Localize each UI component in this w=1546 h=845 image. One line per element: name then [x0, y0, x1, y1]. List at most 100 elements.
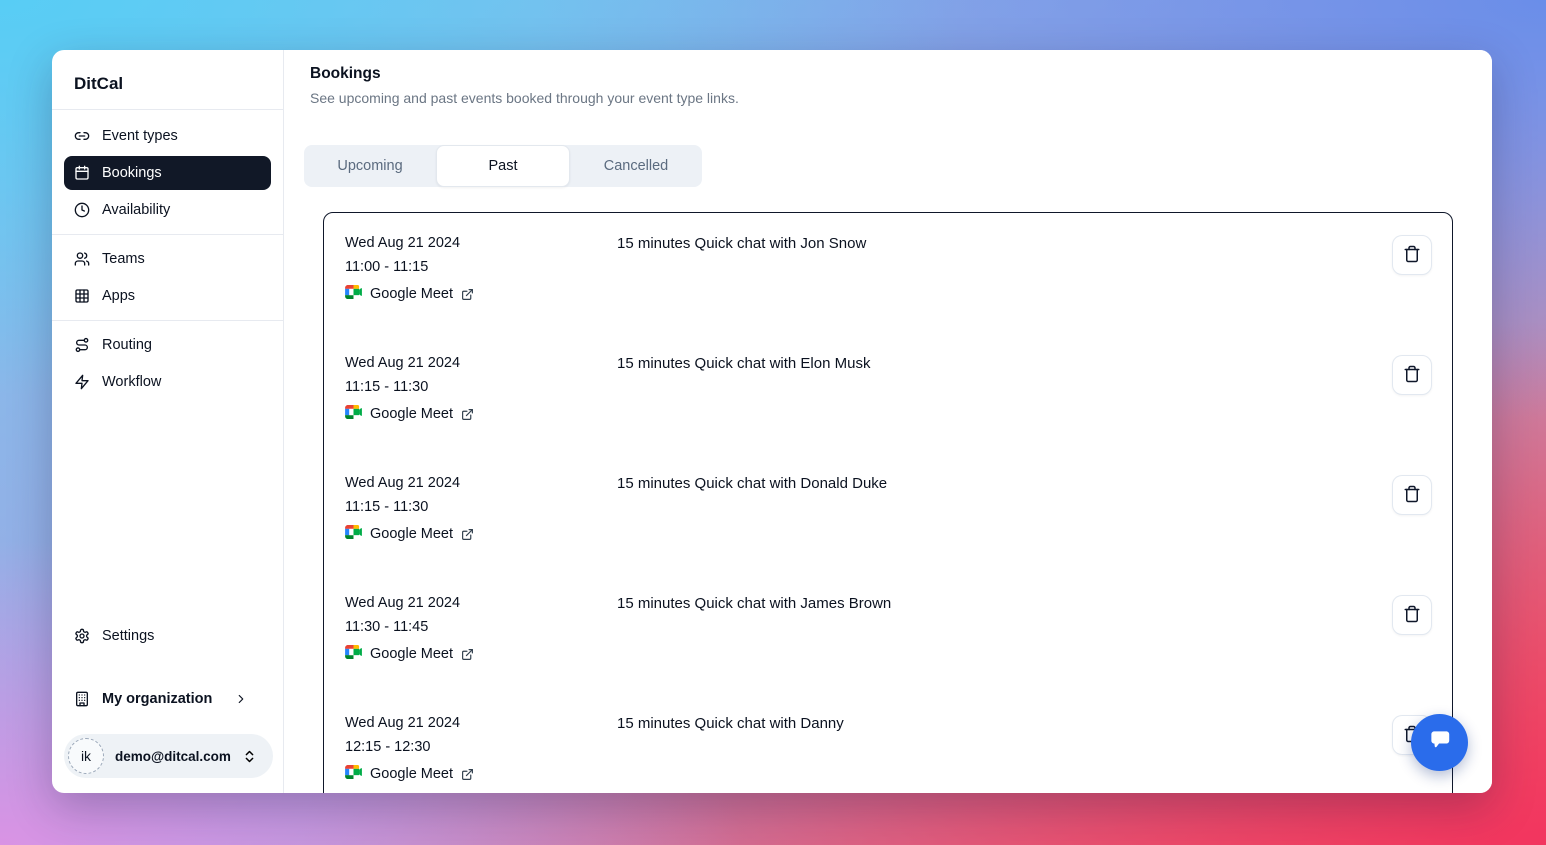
external-link-icon: [461, 408, 474, 421]
booking-row: Wed Aug 21 2024 12:15 - 12:30 Google Mee…: [324, 705, 1452, 793]
external-link-icon: [461, 288, 474, 301]
trash-icon: [1403, 485, 1421, 506]
booking-time: 11:15 - 11:30: [345, 499, 617, 515]
divider: [52, 234, 283, 235]
chat-bubble-icon: [1426, 726, 1454, 759]
bookings-list-card: Wed Aug 21 2024 11:00 - 11:15 Google Mee…: [323, 212, 1453, 793]
booking-title: 15 minutes Quick chat with Jon Snow: [617, 235, 1384, 252]
google-meet-icon: [345, 765, 362, 783]
booking-time: 11:15 - 11:30: [345, 379, 617, 395]
delete-booking-button[interactable]: [1392, 475, 1432, 515]
avatar: ik: [68, 738, 104, 774]
booking-time: 11:30 - 11:45: [345, 619, 617, 635]
booking-row: Wed Aug 21 2024 11:30 - 11:45 Google Mee…: [324, 585, 1452, 705]
user-account-menu[interactable]: ik demo@ditcal.com: [64, 734, 273, 778]
tab-label: Cancelled: [604, 158, 669, 174]
building-icon: [74, 691, 90, 707]
app-window: DitCal Event types Bookings Availability…: [52, 50, 1492, 793]
booking-title: 15 minutes Quick chat with Donald Duke: [617, 475, 1384, 492]
chevrons-up-down-icon: [242, 749, 257, 764]
booking-date: Wed Aug 21 2024: [345, 715, 617, 731]
sidebar-item-workflow[interactable]: Workflow: [64, 365, 271, 399]
trash-icon: [1403, 605, 1421, 626]
sidebar-item-event-types[interactable]: Event types: [64, 119, 271, 153]
booking-row: Wed Aug 21 2024 11:00 - 11:15 Google Mee…: [324, 225, 1452, 345]
booking-date: Wed Aug 21 2024: [345, 475, 617, 491]
delete-booking-button[interactable]: [1392, 235, 1432, 275]
zap-icon: [74, 374, 90, 390]
booking-meta: Wed Aug 21 2024 11:15 - 11:30 Google Mee…: [345, 355, 617, 424]
sidebar-item-label: Workflow: [102, 374, 161, 390]
chat-widget-button[interactable]: [1411, 714, 1468, 771]
external-link-icon: [461, 528, 474, 541]
tab-label: Upcoming: [337, 158, 402, 174]
meeting-location-label: Google Meet: [370, 646, 453, 662]
tab-label: Past: [488, 158, 517, 174]
meeting-location-label: Google Meet: [370, 286, 453, 302]
google-meet-link[interactable]: Google Meet: [345, 525, 474, 543]
trash-icon: [1403, 245, 1421, 266]
meeting-location-label: Google Meet: [370, 526, 453, 542]
chevron-right-icon: [234, 692, 248, 706]
google-meet-icon: [345, 645, 362, 663]
gear-icon: [74, 628, 90, 644]
booking-date: Wed Aug 21 2024: [345, 595, 617, 611]
booking-meta: Wed Aug 21 2024 11:30 - 11:45 Google Mee…: [345, 595, 617, 664]
booking-row: Wed Aug 21 2024 11:15 - 11:30 Google Mee…: [324, 465, 1452, 585]
google-meet-icon: [345, 285, 362, 303]
spacer: [64, 402, 271, 616]
meeting-location-label: Google Meet: [370, 406, 453, 422]
grid-icon: [74, 288, 90, 304]
booking-meta: Wed Aug 21 2024 12:15 - 12:30 Google Mee…: [345, 715, 617, 784]
main-content: Bookings See upcoming and past events bo…: [284, 50, 1492, 793]
booking-meta: Wed Aug 21 2024 11:15 - 11:30 Google Mee…: [345, 475, 617, 544]
external-link-icon: [461, 648, 474, 661]
sidebar-item-label: My organization: [102, 691, 212, 707]
tab-cancelled[interactable]: Cancelled: [570, 145, 702, 187]
tab-upcoming[interactable]: Upcoming: [304, 145, 436, 187]
clock-icon: [74, 202, 90, 218]
booking-time: 12:15 - 12:30: [345, 739, 617, 755]
booking-date: Wed Aug 21 2024: [345, 235, 617, 251]
meeting-location-label: Google Meet: [370, 766, 453, 782]
google-meet-link[interactable]: Google Meet: [345, 405, 474, 423]
booking-meta: Wed Aug 21 2024 11:00 - 11:15 Google Mee…: [345, 235, 617, 304]
google-meet-icon: [345, 405, 362, 423]
sidebar-item-availability[interactable]: Availability: [64, 193, 271, 227]
app-logo: DitCal: [64, 50, 271, 109]
page-subtitle: See upcoming and past events booked thro…: [310, 90, 1492, 106]
delete-booking-button[interactable]: [1392, 595, 1432, 635]
sidebar-item-label: Apps: [102, 288, 135, 304]
sidebar-item-apps[interactable]: Apps: [64, 279, 271, 313]
sidebar-item-label: Teams: [102, 251, 145, 267]
sidebar-item-routing[interactable]: Routing: [64, 328, 271, 362]
trash-icon: [1403, 365, 1421, 386]
route-icon: [74, 337, 90, 353]
sidebar-item-label: Routing: [102, 337, 152, 353]
sidebar: DitCal Event types Bookings Availability…: [52, 50, 284, 793]
users-icon: [74, 251, 90, 267]
booking-time: 11:00 - 11:15: [345, 259, 617, 275]
external-link-icon: [461, 768, 474, 781]
delete-booking-button[interactable]: [1392, 355, 1432, 395]
sidebar-item-teams[interactable]: Teams: [64, 242, 271, 276]
google-meet-link[interactable]: Google Meet: [345, 285, 474, 303]
sidebar-item-my-organization[interactable]: My organization: [64, 682, 271, 716]
bookings-filter-tabs: Upcoming Past Cancelled: [304, 145, 702, 187]
sidebar-item-settings[interactable]: Settings: [64, 619, 271, 653]
calendar-icon: [74, 165, 90, 181]
sidebar-nav: Event types Bookings Availability Teams …: [64, 110, 271, 402]
google-meet-link[interactable]: Google Meet: [345, 765, 474, 783]
booking-row: Wed Aug 21 2024 11:15 - 11:30 Google Mee…: [324, 345, 1452, 465]
google-meet-link[interactable]: Google Meet: [345, 645, 474, 663]
google-meet-icon: [345, 525, 362, 543]
booking-date: Wed Aug 21 2024: [345, 355, 617, 371]
tab-past[interactable]: Past: [436, 145, 570, 187]
user-email: demo@ditcal.com: [115, 749, 231, 764]
booking-title: 15 minutes Quick chat with Elon Musk: [617, 355, 1384, 372]
sidebar-item-label: Event types: [102, 128, 178, 144]
sidebar-item-label: Bookings: [102, 165, 162, 181]
sidebar-item-bookings[interactable]: Bookings: [64, 156, 271, 190]
page-title: Bookings: [310, 65, 1492, 83]
sidebar-item-label: Availability: [102, 202, 170, 218]
